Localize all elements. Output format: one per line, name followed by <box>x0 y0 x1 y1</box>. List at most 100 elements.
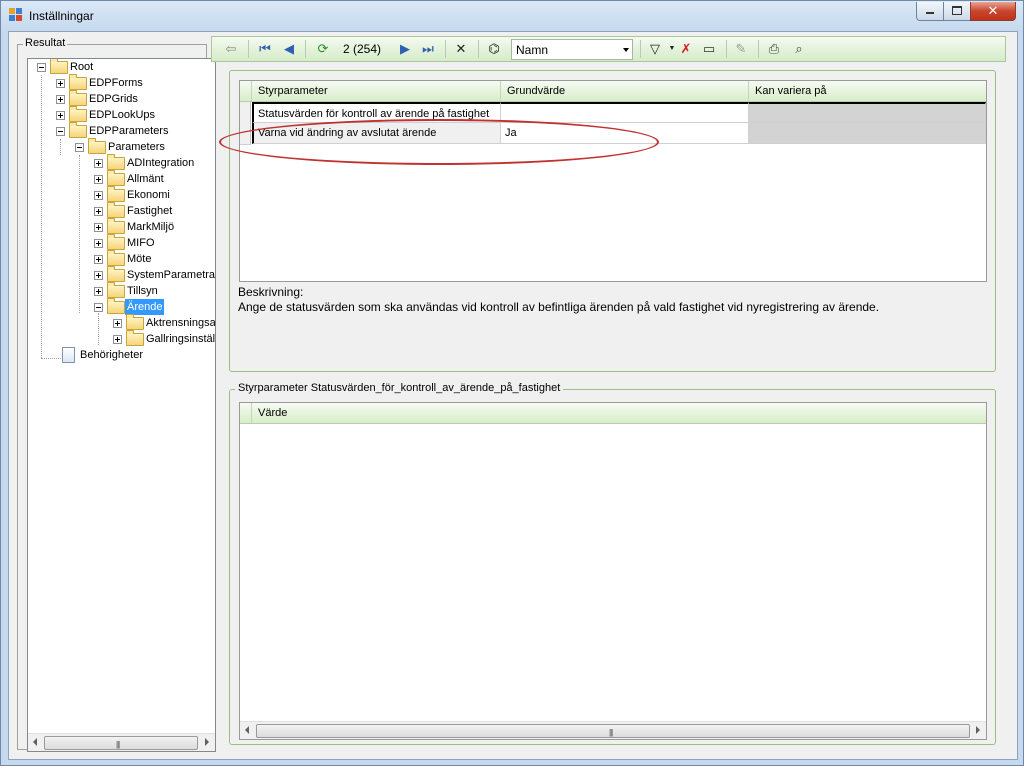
folder-icon <box>107 154 125 170</box>
folder-icon <box>107 218 125 234</box>
expand-icon[interactable] <box>56 95 65 104</box>
print-icon[interactable]: ⎙ <box>765 40 783 58</box>
expand-icon[interactable] <box>94 255 103 264</box>
grid-header: Styrparameter Grundvärde Kan variera på <box>240 81 986 102</box>
last-icon[interactable]: ⏭ <box>419 40 437 58</box>
values-panel-label: Styrparameter Statusvärden_för_kontroll_… <box>235 382 564 394</box>
back-icon[interactable]: ⇦ <box>222 40 240 58</box>
values-horizontal-scrollbar[interactable]: ||| <box>240 721 986 739</box>
tree-node-label: EDPLookUps <box>89 109 156 121</box>
param-variera-cell[interactable] <box>749 123 986 144</box>
expand-icon[interactable] <box>56 111 65 120</box>
tree-node-label: Gallringsinställn <box>146 333 216 345</box>
tree-node-label: MIFO <box>127 237 155 249</box>
tree-node-label-selected: Ärende <box>125 299 165 315</box>
param-variera-cell[interactable] <box>749 102 986 123</box>
search-field-combo[interactable]: Namn <box>511 39 633 60</box>
expand-icon[interactable] <box>94 159 103 168</box>
prev-icon[interactable]: ◀ <box>280 40 298 58</box>
tree-node-label: EDPParameters <box>89 125 169 137</box>
scroll-right-icon[interactable] <box>205 738 209 746</box>
expand-icon[interactable] <box>94 175 103 184</box>
values-panel: Styrparameter Statusvärden_för_kontroll_… <box>229 382 996 745</box>
folder-icon <box>107 266 125 282</box>
folder-icon <box>69 106 87 122</box>
parameters-panel: Styrparameter Grundvärde Kan variera på … <box>219 70 996 372</box>
expand-icon[interactable] <box>113 335 122 344</box>
col-header-grundvarde[interactable]: Grundvärde <box>501 81 749 101</box>
collapse-icon[interactable] <box>94 303 103 312</box>
folder-icon <box>107 170 125 186</box>
filter-icon[interactable]: ▽ <box>646 40 664 58</box>
binoculars-icon[interactable]: ⌬ <box>485 40 503 58</box>
folder-icon <box>126 330 144 346</box>
folder-open-icon <box>107 298 125 314</box>
tree-node-label: Allmänt <box>127 173 164 185</box>
delete-icon[interactable]: ✕ <box>452 40 470 58</box>
col-header-styrparameter[interactable]: Styrparameter <box>252 81 501 101</box>
chevron-down-icon[interactable] <box>623 48 629 52</box>
first-icon[interactable]: ⏮ <box>256 40 274 58</box>
folder-icon <box>107 234 125 250</box>
settings-tree[interactable]: Root EDPForms EDPGrids EDPLookUps EDPPar… <box>27 58 216 752</box>
scroll-right-icon[interactable] <box>976 726 980 734</box>
folder-icon <box>107 282 125 298</box>
folder-icon <box>107 250 125 266</box>
tree-node-label: Ekonomi <box>127 189 170 201</box>
expand-icon[interactable] <box>94 271 103 280</box>
expand-icon[interactable] <box>94 207 103 216</box>
clear-filter-icon[interactable]: ✗ <box>677 40 695 58</box>
tree-node-label: ADIntegration <box>127 157 195 169</box>
tree-node-label: EDPForms <box>89 77 143 89</box>
folder-icon <box>107 186 125 202</box>
next-icon[interactable]: ▶ <box>396 40 414 58</box>
tree-node-label: Möte <box>127 253 152 265</box>
folder-icon <box>69 74 87 90</box>
folder-icon <box>126 314 144 330</box>
scrollbar-thumb[interactable]: ||| <box>44 736 198 750</box>
collapse-icon[interactable] <box>75 143 84 152</box>
values-grid[interactable]: Värde ||| <box>239 402 987 740</box>
scroll-left-icon[interactable] <box>245 726 249 734</box>
tree-node-label: SystemParametrar <box>127 269 216 281</box>
col-header-kan-variera[interactable]: Kan variera på <box>749 81 986 101</box>
export-icon[interactable]: ▭ <box>700 40 718 58</box>
tree-node-label: MarkMiljö <box>127 221 175 233</box>
edit-icon[interactable]: ✎ <box>732 40 750 58</box>
col-header-varde[interactable]: Värde <box>252 403 986 423</box>
minimize-button[interactable] <box>916 2 944 21</box>
grid-header: Värde <box>240 403 986 424</box>
scrollbar-thumb[interactable]: ||| <box>256 724 970 738</box>
param-value-cell[interactable] <box>501 102 749 123</box>
expand-icon[interactable] <box>94 191 103 200</box>
expand-icon[interactable] <box>94 239 103 248</box>
print-preview-icon[interactable]: ⌕ <box>790 40 808 58</box>
close-button[interactable]: ✕ <box>970 2 1016 21</box>
expand-icon[interactable] <box>94 223 103 232</box>
collapse-icon[interactable] <box>37 63 46 72</box>
row-selector[interactable] <box>240 102 251 124</box>
maximize-button[interactable] <box>943 2 971 21</box>
title-bar: Inställningar ✕ <box>1 1 1023 31</box>
tree-node-label: Aktrensningsalt <box>146 317 216 329</box>
tree-horizontal-scrollbar[interactable]: ||| <box>28 733 215 751</box>
tree-node-label: Fastighet <box>127 205 173 217</box>
scroll-left-icon[interactable] <box>33 738 37 746</box>
tree-node-label: EDPGrids <box>89 93 138 105</box>
parameters-grid[interactable]: Styrparameter Grundvärde Kan variera på … <box>239 80 987 282</box>
tree-node-label: Behörigheter <box>80 349 143 361</box>
tree-node-label: Tillsyn <box>127 285 158 297</box>
description-label: Beskrivning: <box>238 285 304 299</box>
expand-icon[interactable] <box>94 287 103 296</box>
collapse-icon[interactable] <box>56 127 65 136</box>
refresh-icon[interactable]: ⟳ <box>314 40 332 58</box>
expand-icon[interactable] <box>113 319 122 328</box>
folder-open-icon <box>88 138 106 154</box>
client-area: Resultat Root EDPForms EDPGrids EDPLookU… <box>8 31 1018 760</box>
folder-icon <box>69 90 87 106</box>
folder-open-icon <box>69 122 87 138</box>
app-icon <box>9 8 23 22</box>
expand-icon[interactable] <box>56 79 65 88</box>
main-window: Inställningar ✕ Resultat Root EDPForms E… <box>0 0 1024 766</box>
highlight-ellipse <box>219 119 659 165</box>
